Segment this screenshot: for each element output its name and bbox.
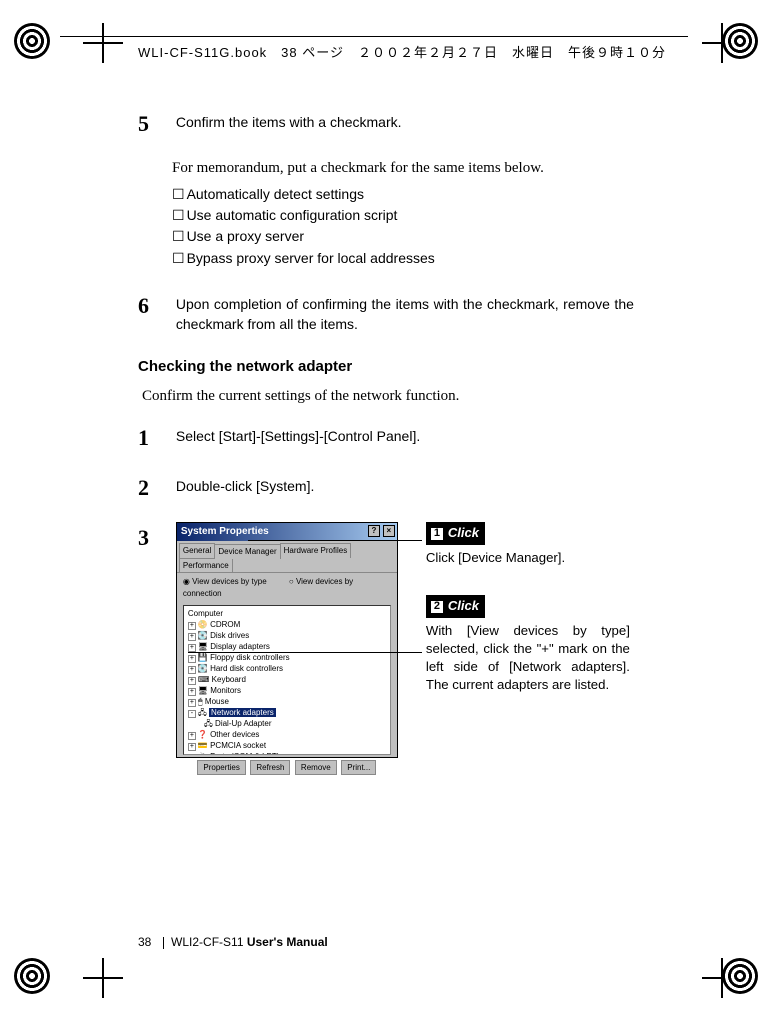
refresh-button[interactable]: Refresh [250, 760, 290, 776]
expand-icon[interactable]: + [188, 644, 196, 652]
radio-by-type[interactable]: ◉ View devices by type [183, 577, 277, 586]
section-sub: Confirm the current settings of the netw… [142, 386, 636, 408]
properties-button[interactable]: Properties [197, 760, 245, 776]
checklist: ☐Automatically detect settings ☐Use auto… [172, 184, 636, 268]
window-titlebar: System Properties ? × [177, 523, 397, 542]
remove-button[interactable]: Remove [295, 760, 337, 776]
print-button[interactable]: Print... [341, 760, 376, 776]
page-number: 38 [138, 935, 151, 949]
tree-item: +💽 Hard disk controllers [188, 663, 386, 674]
s2-step-3: 3 System Properties ? × GeneralDevice Ma… [138, 522, 636, 758]
cb-item: Automatically detect settings [187, 186, 364, 202]
tree-item: +⌨ Keyboard [188, 674, 386, 685]
cb-item: Bypass proxy server for local addresses [187, 250, 435, 266]
tree-item: +🖱 Mouse [188, 696, 386, 707]
step-number: 1 [138, 422, 172, 454]
click-badge-1: 1 Click [426, 522, 485, 545]
expand-icon[interactable]: + [188, 633, 196, 641]
step-text: Confirm the items with a checkmark. [176, 108, 634, 132]
annotation-text: Click [Device Manager]. [426, 549, 630, 567]
expand-icon[interactable]: + [188, 677, 196, 685]
tree-item: +💽 Disk drives [188, 630, 386, 641]
tree-item: +💳 PCMCIA socket [188, 740, 386, 751]
header-rule [60, 36, 688, 37]
step-number: 5 [138, 108, 172, 140]
system-properties-window: System Properties ? × GeneralDevice Mana… [176, 522, 398, 758]
tree-item: +🖥 Display adapters [188, 641, 386, 652]
step-text: Select [Start]-[Settings]-[Control Panel… [176, 422, 634, 446]
expand-icon[interactable]: + [188, 666, 196, 674]
page-header-breadcrumb: WLI-CF-S11G.book 38 ページ ２００２年２月２７日 水曜日 午… [138, 42, 666, 61]
expand-icon[interactable]: + [188, 754, 196, 755]
device-tree[interactable]: Computer +📀 CDROM +💽 Disk drives +🖥 Disp… [183, 605, 391, 755]
section-heading: Checking the network adapter [138, 356, 636, 378]
tree-item: 🖧 Dial-Up Adapter [188, 718, 386, 729]
badge-number: 2 [430, 600, 444, 614]
registration-gear-icon [722, 958, 758, 994]
crop-cross-icon [83, 23, 123, 63]
tree-item: Computer [188, 608, 386, 619]
footer-divider [163, 937, 164, 949]
step-6: 6 Upon completion of confirming the item… [138, 290, 636, 335]
tab-general[interactable]: General [179, 543, 215, 558]
window-title: System Properties [181, 526, 269, 537]
tree-item: +💾 Floppy disk controllers [188, 652, 386, 663]
step-text: Double-click [System]. [176, 472, 634, 496]
tab-strip: GeneralDevice ManagerHardware Profiles Pe… [177, 541, 397, 573]
registration-gear-icon [722, 23, 758, 59]
manual-title: WLI2-CF-S11 User's Manual [171, 935, 328, 949]
badge-text: Click [448, 524, 479, 543]
tree-item: +📀 CDROM [188, 619, 386, 630]
tree-item-network: -🖧 Network adapters [188, 707, 386, 718]
annotation-text: With [View devices by type] selected, cl… [426, 622, 630, 693]
step-number: 2 [138, 472, 172, 504]
step-5: 5 Confirm the items with a checkmark. [138, 108, 636, 140]
s2-step-2: 2 Double-click [System]. [138, 472, 636, 504]
tree-item: +🖥 Monitors [188, 685, 386, 696]
expand-icon[interactable]: + [188, 743, 196, 751]
registration-gear-icon [14, 958, 50, 994]
page-footer: 38 WLI2-CF-S11 User's Manual [138, 935, 328, 949]
view-mode-radios: ◉ View devices by type ○ View devices by… [177, 573, 397, 602]
expand-icon[interactable]: + [188, 732, 196, 740]
checkbox-icon: ☐ [172, 207, 185, 223]
cb-item: Use automatic configuration script [187, 207, 398, 223]
annotation-column: 1 Click Click [Device Manager]. 2 Click … [426, 522, 630, 758]
click-badge-2: 2 Click [426, 595, 485, 618]
expand-icon[interactable]: + [188, 622, 196, 630]
annotation-1: 1 Click Click [Device Manager]. [426, 522, 630, 567]
checkbox-icon: ☐ [172, 250, 185, 266]
tree-item: +🔌 Ports (COM & LPT) [188, 751, 386, 755]
registration-gear-icon [14, 23, 50, 59]
callout-line [188, 652, 422, 653]
step-text: Upon completion of confirming the items … [176, 290, 634, 335]
expand-icon[interactable]: - [188, 710, 196, 718]
checkbox-icon: ☐ [172, 186, 185, 202]
help-button[interactable]: ? [368, 525, 380, 537]
s2-step-1: 1 Select [Start]-[Settings]-[Control Pan… [138, 422, 636, 454]
checkbox-icon: ☐ [172, 228, 185, 244]
callout-line [248, 540, 422, 541]
expand-icon[interactable]: + [188, 699, 196, 707]
step-number: 6 [138, 290, 172, 322]
memorandum-note: For memorandum, put a checkmark for the … [172, 158, 636, 180]
step-number: 3 [138, 522, 172, 554]
close-button[interactable]: × [383, 525, 395, 537]
badge-number: 1 [430, 527, 444, 541]
expand-icon[interactable]: + [188, 655, 196, 663]
tab-performance[interactable]: Performance [179, 558, 233, 573]
crop-cross-icon [83, 958, 123, 998]
badge-text: Click [448, 597, 479, 616]
cb-item: Use a proxy server [187, 228, 304, 244]
tree-item: +❓ Other devices [188, 729, 386, 740]
expand-icon[interactable]: + [188, 688, 196, 696]
annotation-2: 2 Click With [View devices by type] sele… [426, 595, 630, 694]
tab-hardware-profiles[interactable]: Hardware Profiles [280, 543, 352, 558]
radio-label: View devices by type [192, 577, 267, 586]
button-row: Properties Refresh Remove Print... [177, 757, 397, 779]
tab-device-manager[interactable]: Device Manager [214, 544, 280, 559]
